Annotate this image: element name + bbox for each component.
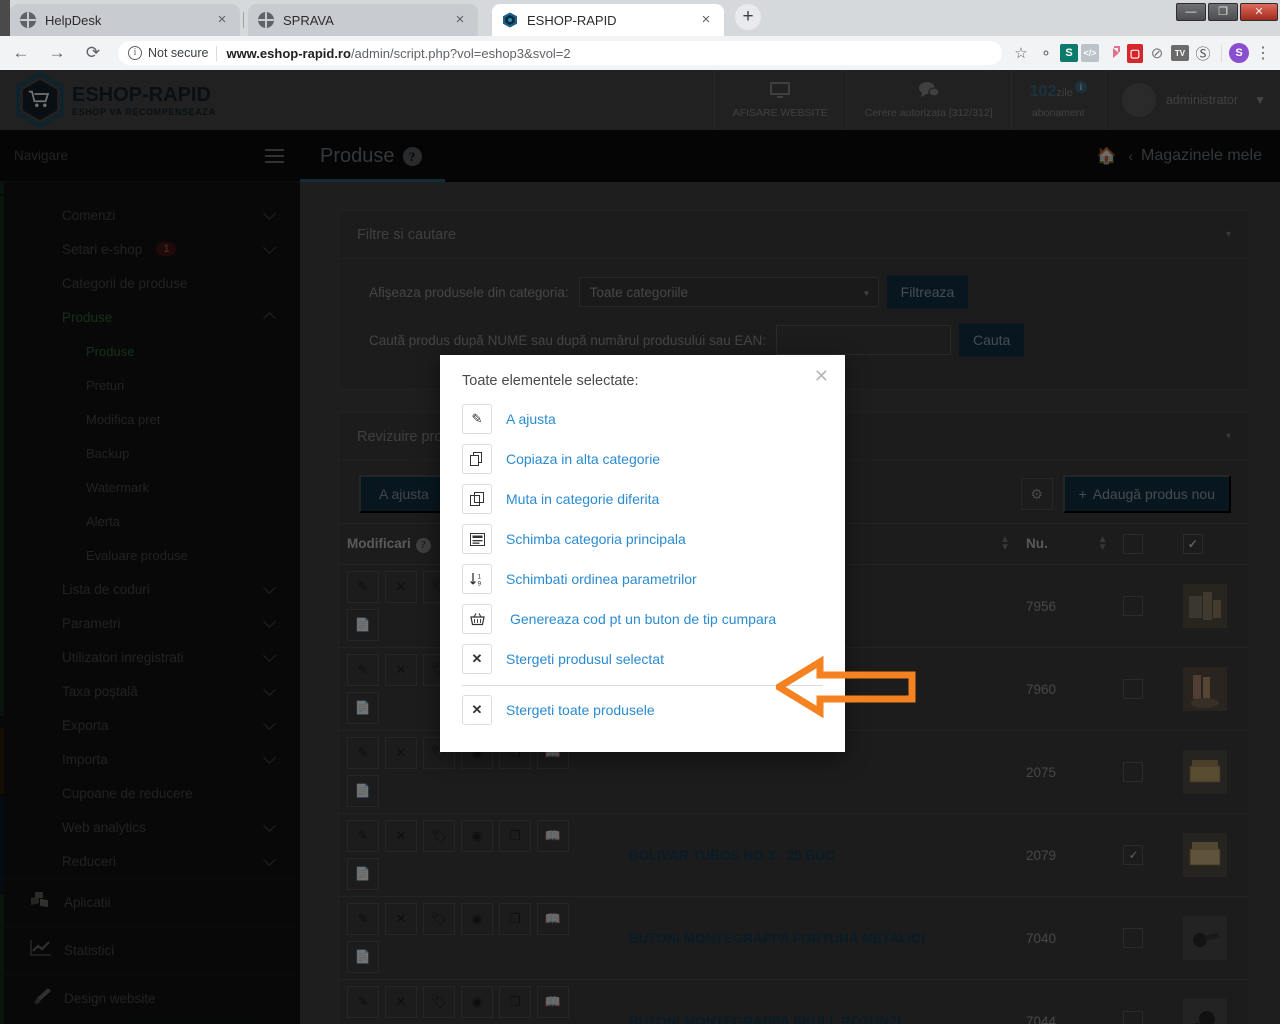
- browser-toolbar: ← → ⟳ i Not secure www.eshop-rapid.ro/ad…: [0, 36, 1280, 70]
- basket-icon: [462, 604, 492, 634]
- browser-menu-icon[interactable]: ⋮: [1252, 42, 1274, 64]
- modal-item-stergeti-produsul-selectat[interactable]: ✕ Stergeti produsul selectat: [462, 639, 823, 679]
- svg-text:9: 9: [478, 580, 482, 586]
- pencil-icon: ✎: [462, 404, 492, 434]
- tab-strip: HelpDesk × SPRAVA × ESHOP-RAPID × + — ❐ …: [0, 0, 1280, 36]
- copy-branch-icon: [462, 444, 492, 474]
- tab-title: SPRAVA: [283, 12, 334, 28]
- url-path: /admin/script.php?vol=eshop3&svol=2: [350, 45, 571, 61]
- pink-arrow-icon[interactable]: [1102, 42, 1124, 64]
- red-document-icon[interactable]: ▢: [1127, 43, 1143, 63]
- info-icon: i: [128, 46, 142, 60]
- modal-item-label: Stergeti produsul selectat: [506, 651, 664, 667]
- adblock-icon[interactable]: Ⓢ: [1192, 42, 1214, 64]
- modal-item-label: Genereaza cod pt un buton de tip cumpara: [510, 611, 777, 627]
- modal-divider: [462, 685, 823, 686]
- x-icon: ✕: [462, 644, 492, 674]
- globe-icon: [20, 12, 36, 28]
- divider: [1221, 44, 1222, 62]
- security-status: Not secure: [148, 46, 209, 60]
- tab-title: HelpDesk: [45, 12, 102, 28]
- globe-icon: [258, 12, 274, 28]
- address-bar[interactable]: i Not secure www.eshop-rapid.ro/admin/sc…: [118, 41, 1002, 65]
- modal-item-label: A ajusta: [506, 411, 556, 427]
- sort-numeric-icon: 19: [462, 564, 492, 594]
- modal-item-schimbati-ordinea-parametrilor[interactable]: 19 Schimbati ordinea parametrilor: [462, 559, 823, 599]
- modal-item-label: Muta in categorie diferita: [506, 491, 660, 507]
- modal-item-label: Schimbati ordinea parametrilor: [506, 571, 697, 587]
- svg-text:1: 1: [478, 573, 482, 580]
- extension-icons: ☆ ⚬ S </> ▢ ⊘ TV Ⓢ S ⋮: [1010, 42, 1280, 64]
- back-button[interactable]: ←: [6, 38, 36, 68]
- web-page: ESHOP-RAPID ESHOP VA RECOMPENSEAZA AFISA…: [0, 70, 1280, 1024]
- dash-circle-icon[interactable]: ⚬: [1035, 42, 1057, 64]
- modal-item-label: Schimba categoria principala: [506, 531, 686, 547]
- forward-button[interactable]: →: [42, 38, 72, 68]
- code-brackets-icon[interactable]: </>: [1081, 44, 1099, 62]
- browser-tab-eshop-rapid[interactable]: ESHOP-RAPID ×: [492, 4, 724, 36]
- new-tab-button[interactable]: +: [735, 4, 761, 30]
- minimize-button[interactable]: —: [1176, 3, 1206, 21]
- list-panel-icon: [462, 524, 492, 554]
- annotation-arrow-icon: [772, 655, 916, 723]
- browser-tab-helpdesk[interactable]: HelpDesk ×: [10, 4, 240, 36]
- browser-tab-sprava[interactable]: SPRAVA ×: [248, 4, 478, 36]
- hexagon-icon: [502, 12, 518, 28]
- close-icon[interactable]: ×: [452, 12, 468, 28]
- maximize-button[interactable]: ❐: [1208, 3, 1238, 21]
- modal-item-label: Copiaza in alta categorie: [506, 451, 661, 467]
- tv-icon[interactable]: TV: [1171, 45, 1189, 61]
- tab-divider: [243, 12, 244, 28]
- bookmark-star-icon[interactable]: ☆: [1010, 42, 1032, 64]
- reload-button[interactable]: ⟳: [78, 38, 108, 68]
- modal-item-a-ajusta[interactable]: ✎ A ajusta: [462, 399, 823, 439]
- url-host: www.eshop-rapid.ro: [226, 45, 351, 61]
- profile-avatar[interactable]: S: [1229, 43, 1249, 63]
- tab-title: ESHOP-RAPID: [527, 12, 617, 28]
- modal-title: Toate elementele selectate:: [462, 373, 639, 389]
- copy-icon: [462, 484, 492, 514]
- teal-s-icon[interactable]: S: [1060, 44, 1078, 62]
- modal-item-copiaza-in-alta-categorie[interactable]: Copiaza in alta categorie: [462, 439, 823, 479]
- modal-item-genereaza-cod-buton-cumpara[interactable]: Genereaza cod pt un buton de tip cumpara: [462, 599, 823, 639]
- no-script-icon[interactable]: ⊘: [1146, 42, 1168, 64]
- divider: [216, 45, 218, 61]
- close-icon[interactable]: ×: [214, 12, 230, 28]
- modal-item-stergeti-toate-produsele[interactable]: ✕ Stergeti toate produsele: [462, 690, 823, 730]
- close-window-button[interactable]: ✕: [1240, 3, 1278, 21]
- close-icon[interactable]: ×: [698, 12, 714, 28]
- modal-item-schimba-categoria-principala[interactable]: Schimba categoria principala: [462, 519, 823, 559]
- close-icon[interactable]: ✕: [814, 367, 829, 385]
- modal-item-muta-in-categorie-diferita[interactable]: Muta in categorie diferita: [462, 479, 823, 519]
- url-text: www.eshop-rapid.ro/admin/script.php?vol=…: [226, 46, 570, 61]
- window-controls: — ❐ ✕: [1176, 0, 1278, 21]
- x-icon: ✕: [462, 695, 492, 725]
- modal-item-label: Stergeti toate produsele: [506, 702, 655, 718]
